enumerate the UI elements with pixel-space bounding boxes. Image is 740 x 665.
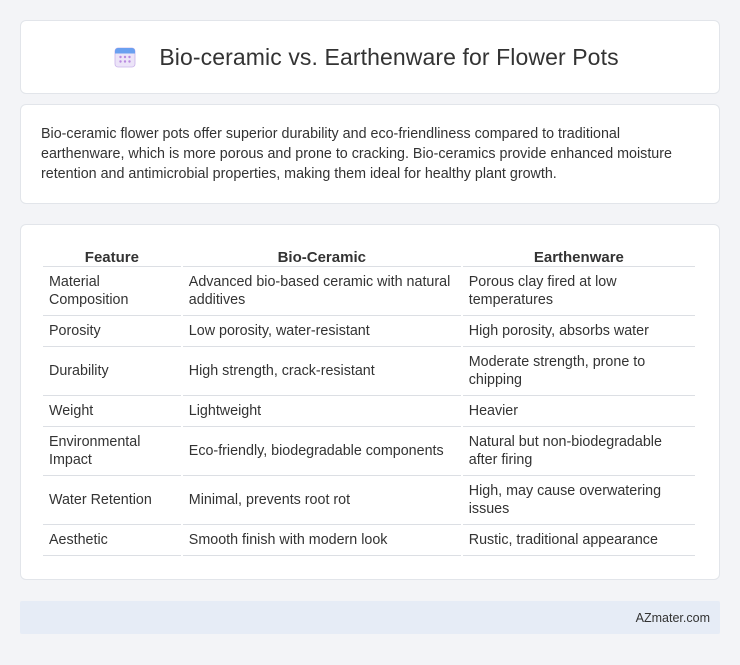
table-row: Weight Lightweight Heavier <box>43 396 695 427</box>
cell-earthenware: Natural but non-biodegradable after firi… <box>462 427 695 476</box>
cell-earthenware: High porosity, absorbs water <box>462 316 695 347</box>
header-bio-ceramic: Bio-Ceramic <box>182 247 461 267</box>
cell-bio-ceramic: Minimal, prevents root rot <box>182 476 461 525</box>
intro-card: Bio-ceramic flower pots offer superior d… <box>20 104 720 204</box>
cell-feature: Porosity <box>43 316 181 347</box>
title-wrap: Bio-ceramic vs. Earthenware for Flower P… <box>113 43 619 71</box>
cell-bio-ceramic: Eco-friendly, biodegradable components <box>182 427 461 476</box>
table-row: Durability High strength, crack-resistan… <box>43 347 695 396</box>
cell-feature: Weight <box>43 396 181 427</box>
table-row: Porosity Low porosity, water-resistant H… <box>43 316 695 347</box>
calendar-icon <box>113 45 137 69</box>
cell-earthenware: High, may cause overwatering issues <box>462 476 695 525</box>
title-card: Bio-ceramic vs. Earthenware for Flower P… <box>20 20 720 94</box>
table-row: Environmental Impact Eco-friendly, biode… <box>43 427 695 476</box>
table-header-row: Feature Bio-Ceramic Earthenware <box>43 247 695 267</box>
cell-earthenware: Moderate strength, prone to chipping <box>462 347 695 396</box>
cell-bio-ceramic: Advanced bio-based ceramic with natural … <box>182 267 461 316</box>
cell-earthenware: Porous clay fired at low temperatures <box>462 267 695 316</box>
cell-bio-ceramic: Lightweight <box>182 396 461 427</box>
cell-feature: Aesthetic <box>43 525 181 556</box>
cell-earthenware: Heavier <box>462 396 695 427</box>
comparison-table: Feature Bio-Ceramic Earthenware Material… <box>41 247 697 556</box>
header-feature: Feature <box>43 247 181 267</box>
table-card: Feature Bio-Ceramic Earthenware Material… <box>20 224 720 580</box>
cell-feature: Environmental Impact <box>43 427 181 476</box>
table-row: Water Retention Minimal, prevents root r… <box>43 476 695 525</box>
cell-feature: Water Retention <box>43 476 181 525</box>
cell-feature: Material Composition <box>43 267 181 316</box>
header-earthenware: Earthenware <box>462 247 695 267</box>
table-row: Material Composition Advanced bio-based … <box>43 267 695 316</box>
footer: AZmater.com <box>20 601 720 634</box>
cell-earthenware: Rustic, traditional appearance <box>462 525 695 556</box>
cell-bio-ceramic: High strength, crack-resistant <box>182 347 461 396</box>
cell-bio-ceramic: Low porosity, water-resistant <box>182 316 461 347</box>
cell-bio-ceramic: Smooth finish with modern look <box>182 525 461 556</box>
footer-site-link[interactable]: AZmater.com <box>636 611 710 625</box>
table-row: Aesthetic Smooth finish with modern look… <box>43 525 695 556</box>
cell-feature: Durability <box>43 347 181 396</box>
page-title: Bio-ceramic vs. Earthenware for Flower P… <box>159 43 619 70</box>
intro-text: Bio-ceramic flower pots offer superior d… <box>41 126 672 182</box>
